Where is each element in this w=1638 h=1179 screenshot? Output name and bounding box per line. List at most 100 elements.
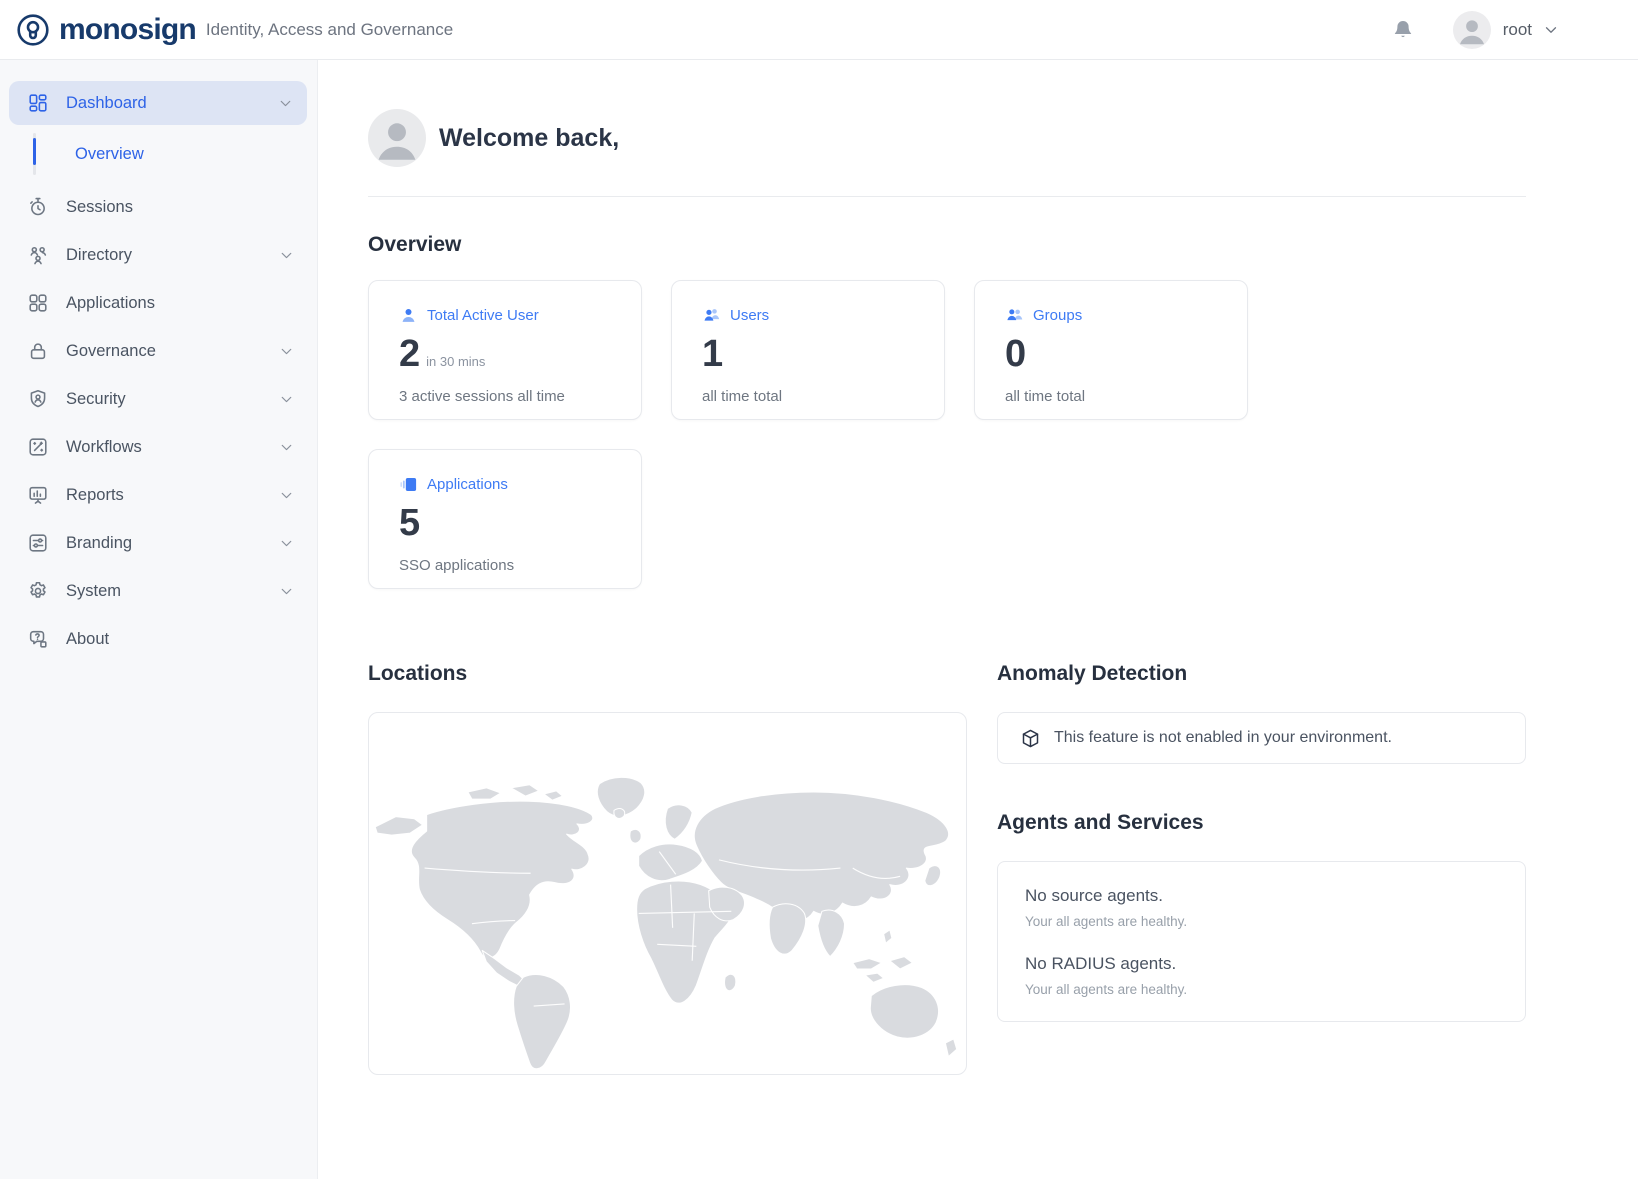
stat-card-value: 5 [399,503,611,545]
sidebar-item-label: Applications [66,294,155,313]
active-indicator [33,138,36,165]
applications-icon [399,475,418,494]
brand-logo[interactable]: monosign [16,13,196,47]
sidebar-item-sessions[interactable]: Sessions [0,183,317,231]
stat-card-caption: all time total [1005,388,1217,405]
overview-title: Overview [368,233,1526,257]
agents-card: No source agents. Your all agents are he… [997,861,1526,1022]
chevron-down-icon [277,95,294,112]
world-map [369,759,966,1075]
sidebar-item-workflows[interactable]: Workflows [0,423,317,471]
sliders-icon [27,532,49,554]
person-silhouette-icon [1453,11,1491,49]
user-icon [399,306,418,325]
agent-status-title: No source agents. [1025,886,1498,906]
stat-card-label: Applications [427,476,508,493]
sidebar-item-directory[interactable]: Directory [0,231,317,279]
sidebar-item-about[interactable]: About [0,615,317,663]
anomaly-title: Anomaly Detection [997,662,1526,686]
sidebar-item-system[interactable]: System [0,567,317,615]
chevron-down-icon [278,247,295,264]
stat-card-value: 0 [1005,334,1217,376]
sidebar-item-governance[interactable]: Governance [0,327,317,375]
stat-card-users: Users 1 all time total [671,280,945,420]
username[interactable]: root [1503,20,1532,40]
stat-card-applications: Applications 5 SSO applications [368,449,642,589]
sidebar: Dashboard Overview Sessions Directory [0,60,318,1179]
stat-card-label: Total Active User [427,307,539,324]
chart-board-icon [27,484,49,506]
sidebar-item-label: Dashboard [66,94,147,113]
sidebar-item-dashboard[interactable]: Dashboard [9,81,307,125]
cube-icon [1020,728,1041,749]
anomaly-message: This feature is not enabled in your envi… [1054,729,1392,747]
stat-card-total-active-user: Total Active User 2in 30 mins 3 active s… [368,280,642,420]
bell-icon[interactable] [1391,18,1415,42]
stat-card-value: 1 [702,334,914,376]
sidebar-item-overview[interactable]: Overview [0,125,317,183]
stat-card-link[interactable]: Groups [1005,306,1217,325]
dashboard-icon [27,92,49,114]
stat-card-link[interactable]: Users [702,306,914,325]
person-silhouette-icon [368,109,426,167]
stat-card-label: Groups [1033,307,1082,324]
stat-card-value-suffix: in 30 mins [426,354,485,369]
help-bubble-icon [27,628,49,650]
stat-card-caption: SSO applications [399,557,611,574]
main-content: Welcome back, Overview Total Active User… [318,60,1638,1179]
chevron-down-icon [278,391,295,408]
locations-title: Locations [368,662,967,686]
stat-card-groups: Groups 0 all time total [974,280,1248,420]
stat-card-link[interactable]: Applications [399,475,611,494]
right-column: Anomaly Detection This feature is not en… [997,662,1526,1075]
agent-status-subtitle: Your all agents are healthy. [1025,914,1498,929]
welcome-avatar [368,109,426,167]
chevron-down-icon [278,487,295,504]
people-icon [27,244,49,266]
welcome-title: Welcome back, [439,124,619,153]
wand-icon [27,436,49,458]
chevron-down-icon [278,439,295,456]
locations-map-card [368,712,967,1075]
welcome-section: Welcome back, [368,109,1526,167]
chevron-down-icon [278,343,295,360]
logo-keyhole-icon [16,13,50,47]
stopwatch-icon [27,196,49,218]
top-bar-right: root [1391,11,1638,49]
stat-card-caption: all time total [702,388,914,405]
sidebar-item-label: Workflows [66,438,142,457]
top-bar: monosign Identity, Access and Governance… [0,0,1638,60]
stat-card-link[interactable]: Total Active User [399,306,611,325]
chevron-down-icon[interactable] [1542,21,1560,39]
stat-card-value: 2in 30 mins [399,334,611,376]
sidebar-item-applications[interactable]: Applications [0,279,317,327]
sidebar-item-label: System [66,582,121,601]
sidebar-item-branding[interactable]: Branding [0,519,317,567]
sidebar-item-label: Directory [66,246,132,265]
subnav-track [33,133,36,175]
sidebar-item-security[interactable]: Security [0,375,317,423]
sidebar-item-label: Governance [66,342,156,361]
sidebar-item-reports[interactable]: Reports [0,471,317,519]
sidebar-item-label: Sessions [66,198,133,217]
chevron-down-icon [278,583,295,600]
agent-status-item: No RADIUS agents. Your all agents are he… [1025,954,1498,997]
chevron-down-icon [278,535,295,552]
agent-status-subtitle: Your all agents are healthy. [1025,982,1498,997]
lock-icon [27,340,49,362]
shield-user-icon [27,388,49,410]
apps-grid-icon [27,292,49,314]
anomaly-card: This feature is not enabled in your envi… [997,712,1526,764]
user-avatar[interactable] [1453,11,1491,49]
stat-card-label: Users [730,307,769,324]
divider [368,196,1526,197]
sidebar-item-label: Security [66,390,126,409]
agent-status-title: No RADIUS agents. [1025,954,1498,974]
stat-card-caption: 3 active sessions all time [399,388,611,405]
sidebar-item-label: Overview [75,145,144,164]
brand-tagline: Identity, Access and Governance [206,20,453,40]
agent-status-item: No source agents. Your all agents are he… [1025,886,1498,929]
groups-icon [1005,306,1024,325]
sidebar-item-label: Branding [66,534,132,553]
sidebar-item-label: About [66,630,109,649]
